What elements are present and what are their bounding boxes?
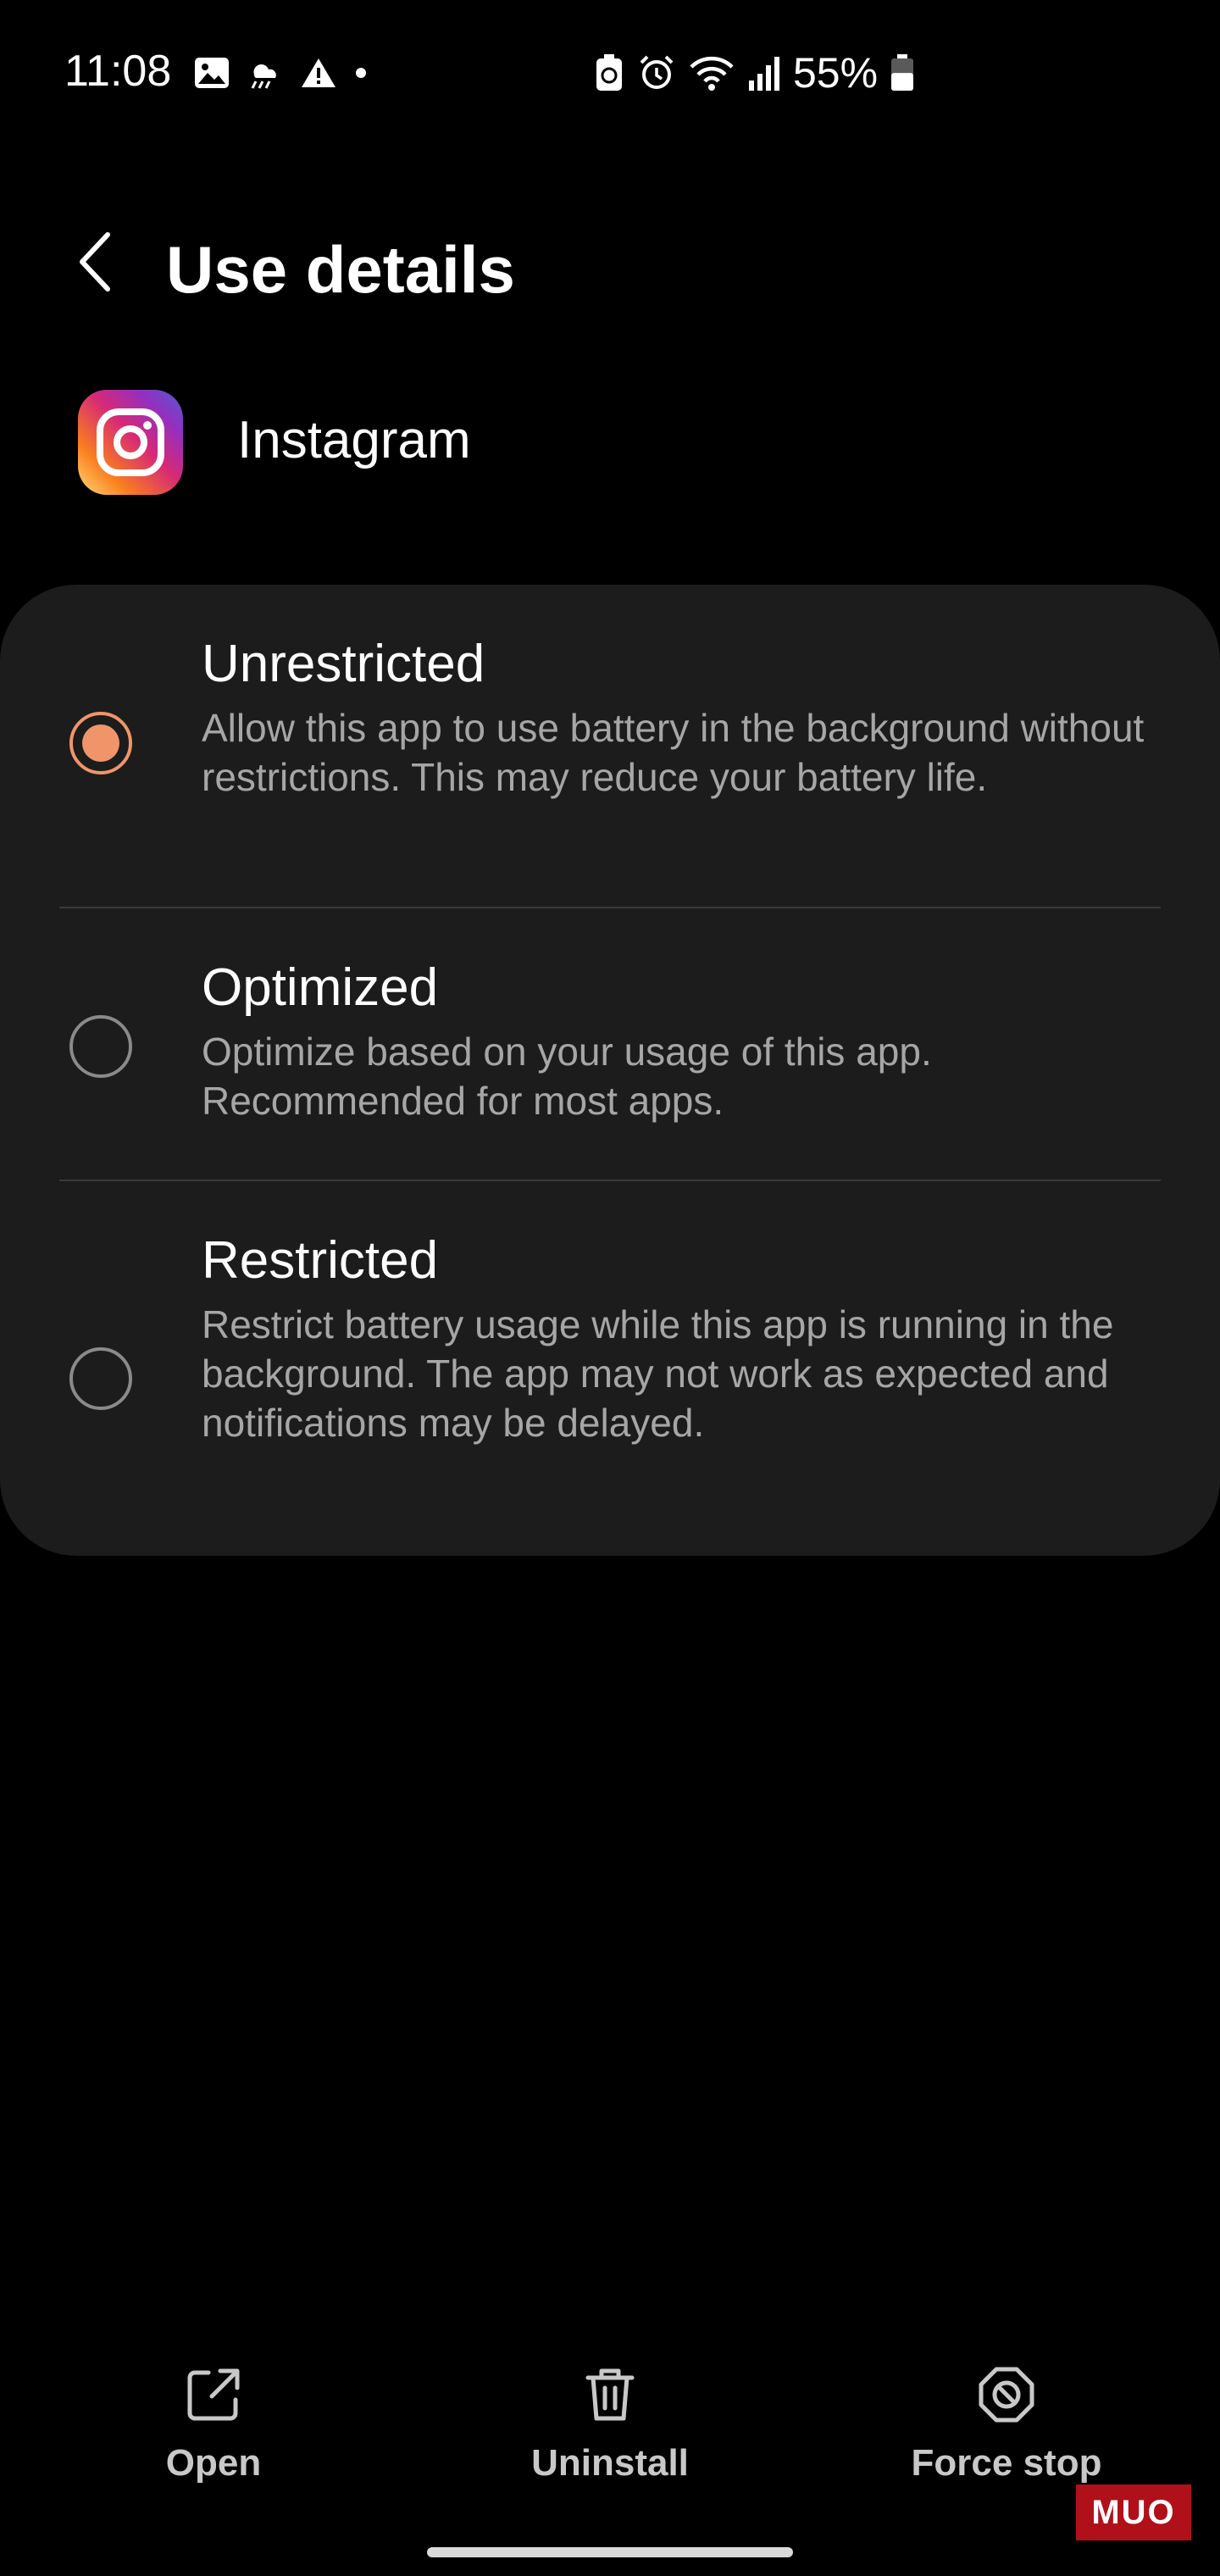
wifi-icon [688,53,735,92]
option-description: Allow this app to use battery in the bac… [202,706,1145,799]
battery-icon [890,53,915,92]
screen: 11:08 55% Use details Instagram Unrestri… [0,0,1220,2576]
option-description: Optimize based on your usage of this app… [202,1030,932,1123]
trash-icon [580,2364,640,2425]
radio-restricted[interactable] [69,1347,132,1410]
battery-saver-icon [593,53,625,92]
open-button[interactable]: Open [86,2364,341,2500]
app-name: Instagram [237,411,471,469]
option-description: Restrict battery usage while this app is… [202,1302,1114,1445]
gallery-icon [193,56,230,90]
uninstall-label: Uninstall [531,2442,689,2484]
back-button[interactable] [61,224,129,300]
instagram-icon [78,390,183,495]
signal-icon [747,53,781,92]
stop-icon [976,2364,1037,2425]
bottom-actions: Open Uninstall Force stop [0,2364,1220,2500]
option-unrestricted[interactable]: Unrestricted Allow this app to use batte… [0,585,1220,907]
status-bar: 11:08 55% [0,0,1220,153]
open-external-icon [183,2364,244,2425]
chevron-left-icon [74,230,116,294]
open-label: Open [165,2442,262,2484]
status-left-icons [193,53,369,93]
dot-icon [352,56,369,90]
radio-unrestricted[interactable] [69,712,132,774]
app-row: Instagram [0,381,1220,500]
page-title: Use details [166,232,515,307]
status-time: 11:08 [64,47,172,96]
option-restricted[interactable]: Restricted Restrict battery usage while … [0,1181,1220,1556]
battery-options-card: Unrestricted Allow this app to use batte… [0,585,1220,1556]
force-stop-label: Force stop [911,2442,1102,2484]
watermark-logo: MUO [1076,2484,1191,2540]
battery-percent: 55% [793,49,879,97]
option-title: Optimized [202,958,439,1017]
weather-icon [246,56,285,90]
option-title: Restricted [202,1231,439,1290]
radio-optimized[interactable] [69,1015,132,1078]
header: Use details [0,203,1220,322]
status-right: 55% [593,47,915,98]
option-title: Unrestricted [202,635,485,693]
warning-icon [300,56,337,90]
uninstall-button[interactable]: Uninstall [483,2364,737,2500]
home-indicator[interactable] [427,2547,793,2557]
force-stop-button[interactable]: Force stop [879,2364,1134,2500]
option-optimized[interactable]: Optimized Optimize based on your usage o… [0,908,1220,1180]
alarm-icon [637,53,676,92]
